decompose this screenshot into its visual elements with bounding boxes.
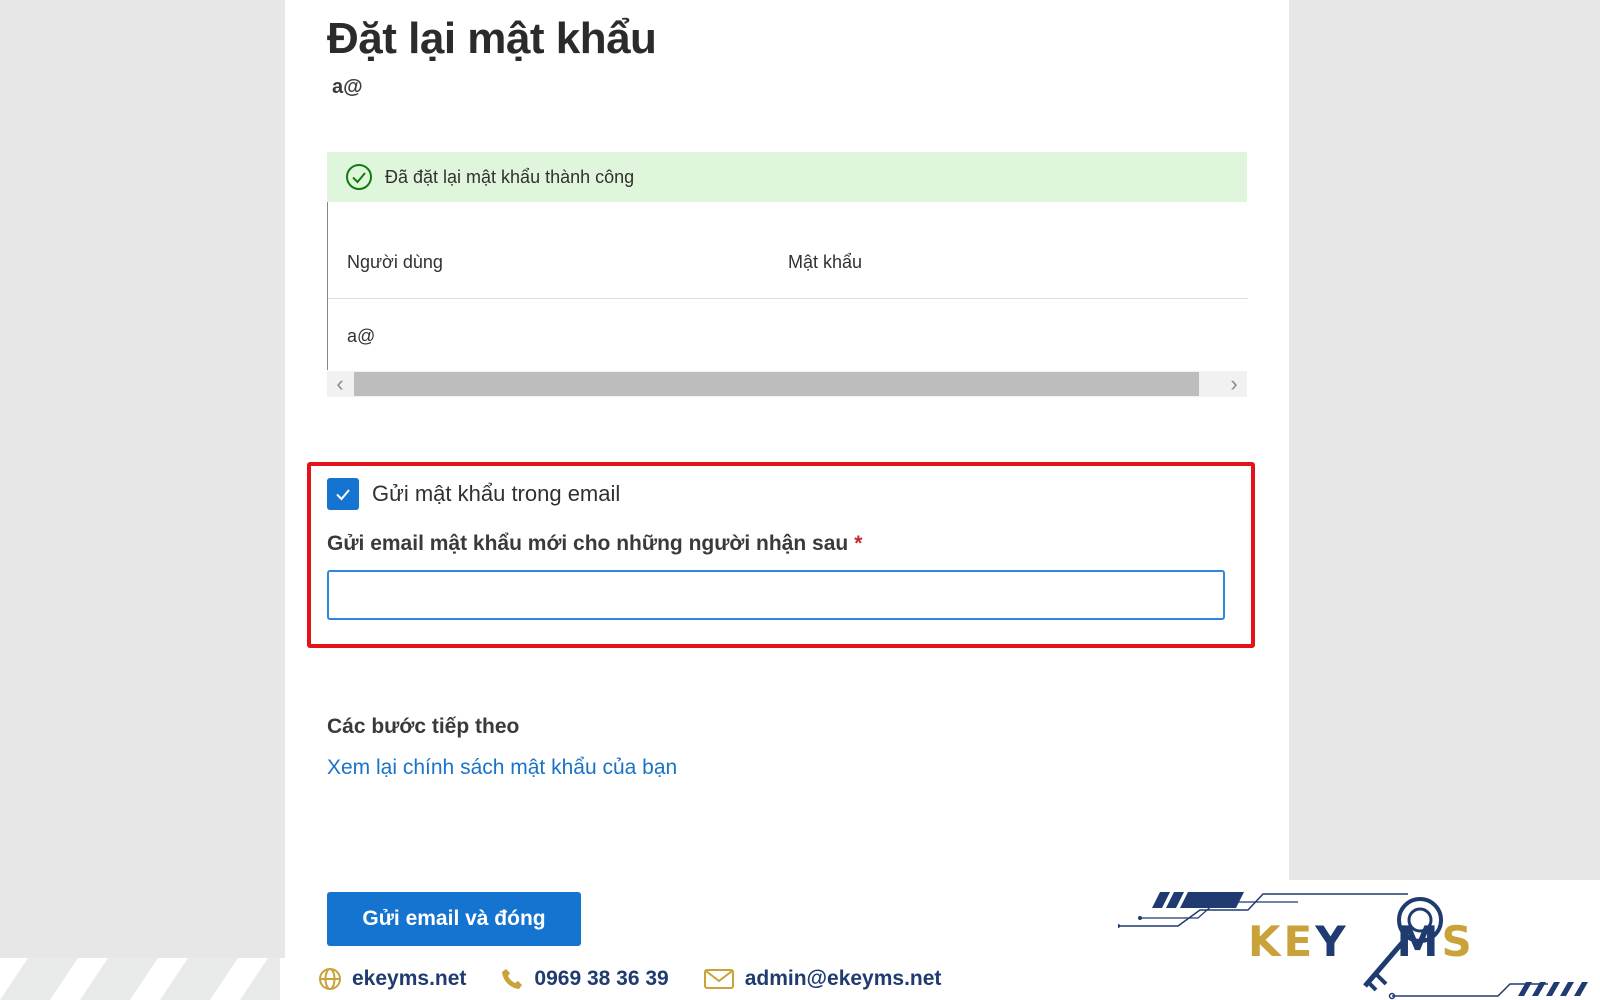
checkmark-icon [336,489,350,501]
recipients-label-text: Gửi email mật khẩu mới cho những người n… [327,532,849,555]
footer-email[interactable]: admin@ekeyms.net [703,967,942,991]
send-email-option: Gửi mật khẩu trong email [327,478,620,510]
next-steps-title: Các bước tiếp theo [327,715,520,738]
footer-website[interactable]: ekeyms.net [318,967,466,991]
globe-icon [319,968,341,990]
page-title: Đặt lại mật khẩu [327,14,657,63]
table-cell-user: a@ [347,326,376,346]
column-header-user: Người dùng [347,252,443,272]
review-password-policy-link[interactable]: Xem lại chính sách mật khẩu của bạn [327,756,677,780]
recipients-label: Gửi email mật khẩu mới cho những người n… [327,532,862,556]
horizontal-scrollbar[interactable]: ‹ › [327,371,1247,397]
footer-email-text: admin@ekeyms.net [744,967,942,990]
scrollbar-thumb[interactable] [354,372,1199,396]
table-divider [328,298,1248,299]
check-circle-icon [346,164,372,190]
send-email-checkbox[interactable] [327,478,359,510]
required-indicator: * [854,532,863,555]
footer-stripes [0,958,280,1000]
footer-phone-text: 0969 38 36 39 [534,967,669,990]
footer-website-text: ekeyms.net [352,967,467,990]
logo-wordmark: KEY MS [1248,917,1475,966]
success-message-bar: Đã đặt lại mật khẩu thành công [327,152,1247,202]
results-table: Người dùng Mật khẩu a@ [327,202,1248,370]
column-header-password: Mật khẩu [788,252,863,272]
footer-contacts: ekeyms.net 0969 38 36 39 admin@ekeyms.ne… [318,958,975,1000]
scroll-right-icon[interactable]: › [1221,371,1247,397]
success-message: Đã đặt lại mật khẩu thành công [385,166,635,187]
recipients-email-input[interactable] [327,570,1225,620]
keyms-logo: KEY MS [1118,892,1588,1000]
send-email-and-close-button[interactable]: Gửi email và đóng [327,892,581,946]
scroll-left-icon[interactable]: ‹ [327,371,353,397]
reset-password-panel: Đặt lại mật khẩu a@ Đã đặt lại mật khẩu … [285,0,1289,960]
footer-phone[interactable]: 0969 38 36 39 [500,967,669,991]
page-subtitle: a@ [332,76,363,98]
mail-icon [703,969,734,989]
send-email-checkbox-label[interactable]: Gửi mật khẩu trong email [372,481,620,507]
phone-icon [502,969,523,989]
